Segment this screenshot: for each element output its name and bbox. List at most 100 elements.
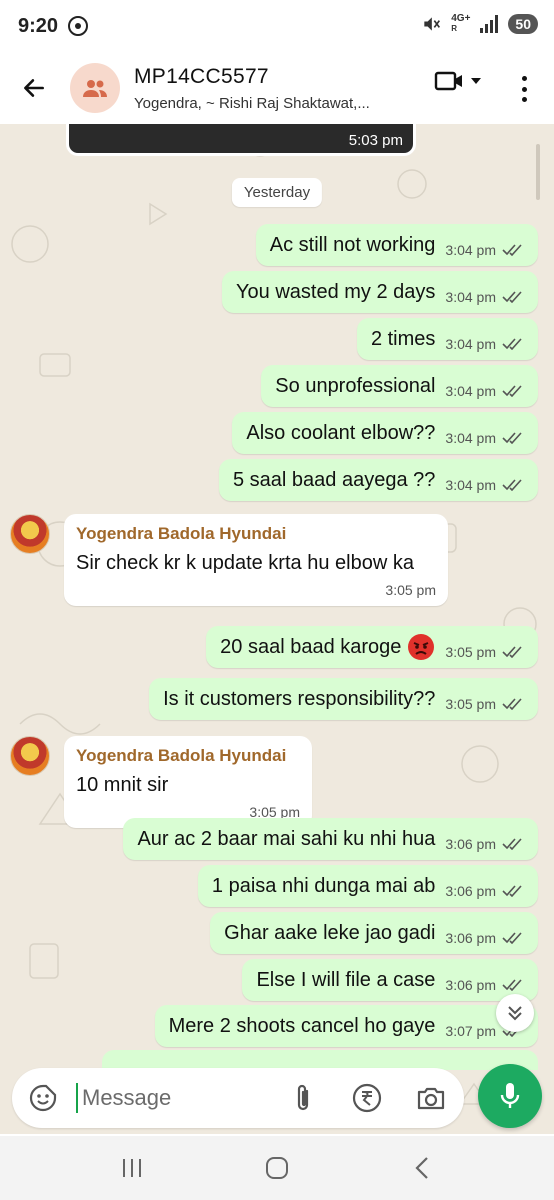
message-time: 3:04 pm bbox=[445, 383, 496, 399]
message-time: 5:03 pm bbox=[348, 132, 403, 149]
outgoing-message[interactable]: Aur ac 2 baar mai sahi ku nhi hua 3:06 p… bbox=[123, 818, 538, 860]
chat-header: MP14CC5577 Yogendra, ~ Rishi Raj Shaktaw… bbox=[0, 52, 554, 124]
back-icon bbox=[415, 1157, 428, 1179]
message-text: Is it customers responsibility?? bbox=[163, 687, 436, 710]
outgoing-message[interactable]: Is it customers responsibility?? 3:05 pm bbox=[149, 678, 538, 720]
back-button[interactable] bbox=[4, 58, 64, 118]
network-label: 4G+ bbox=[451, 13, 471, 24]
outgoing-message[interactable]: 1 paisa nhi dunga mai ab 3:06 pm bbox=[197, 865, 538, 907]
message-time: 3:04 pm bbox=[445, 289, 496, 305]
attach-icon bbox=[297, 1084, 309, 1111]
sender-avatar[interactable] bbox=[10, 514, 50, 554]
outgoing-message[interactable]: 2 times 3:04 pm bbox=[356, 318, 538, 360]
message-meta: 3:05 pm bbox=[445, 634, 524, 660]
message-text: Mere 2 shoots cancel ho gaye bbox=[168, 1014, 436, 1037]
message-text: You wasted my 2 days bbox=[236, 280, 436, 303]
recents-button[interactable] bbox=[102, 1144, 162, 1192]
outgoing-message[interactable]: 5 saal baad aayega ?? 3:04 pm bbox=[219, 459, 538, 501]
message-time: 3:06 pm bbox=[445, 883, 496, 899]
camera-button[interactable] bbox=[414, 1081, 448, 1115]
scrollbar[interactable] bbox=[536, 144, 540, 200]
message-input[interactable] bbox=[82, 1085, 282, 1111]
composer bbox=[0, 1060, 554, 1136]
message-meta: 3:04 pm bbox=[445, 373, 524, 399]
angry-face-icon bbox=[408, 634, 435, 660]
message-text: 5 saal baad aayega ?? bbox=[233, 468, 436, 491]
incoming-message[interactable]: Yogendra Badola Hyundai Sir check kr k u… bbox=[64, 514, 448, 606]
double-check-icon bbox=[502, 698, 522, 710]
scroll-down-icon bbox=[508, 1006, 522, 1021]
recents-icon bbox=[123, 1159, 142, 1177]
message-time: 3:04 pm bbox=[445, 336, 496, 352]
outgoing-message[interactable]: Ac still not working 3:04 pm bbox=[255, 224, 538, 266]
message-time: 3:07 pm bbox=[445, 1023, 496, 1039]
double-check-icon bbox=[502, 432, 522, 444]
emoji-sticker-button[interactable] bbox=[26, 1081, 60, 1115]
group-avatar[interactable] bbox=[70, 63, 120, 113]
message-text: Sir check kr k update krta hu elbow ka bbox=[76, 552, 414, 574]
double-check-icon bbox=[502, 979, 522, 991]
sender-name: Yogendra Badola Hyundai bbox=[76, 746, 287, 765]
double-check-icon bbox=[502, 932, 522, 944]
outgoing-message[interactable]: Mere 2 shoots cancel ho gaye 3:07 pm bbox=[154, 1005, 538, 1047]
home-button[interactable] bbox=[247, 1144, 307, 1192]
chat-area[interactable]: 5:03 pm Yesterday Ac still not working 3… bbox=[0, 124, 554, 1134]
date-chip: Yesterday bbox=[231, 178, 323, 207]
system-back-button[interactable] bbox=[392, 1144, 452, 1192]
message-text: 2 times bbox=[370, 327, 436, 350]
message-meta: 3:06 pm bbox=[445, 826, 524, 852]
more-vert-icon[interactable] bbox=[512, 74, 536, 104]
message-meta: 3:04 pm bbox=[445, 467, 524, 493]
home-icon bbox=[265, 1157, 288, 1179]
scroll-down-button[interactable] bbox=[496, 994, 534, 1032]
outgoing-message[interactable]: 20 saal baad karoge 3:05 pm bbox=[206, 626, 538, 668]
mic-icon bbox=[500, 1083, 520, 1108]
sender-avatar[interactable] bbox=[10, 736, 50, 776]
double-check-icon bbox=[502, 885, 522, 897]
message-time: 3:06 pm bbox=[445, 977, 496, 993]
double-check-icon bbox=[502, 646, 522, 658]
message-text: Else I will file a case bbox=[256, 968, 436, 991]
message-text: 10 mnit sir bbox=[76, 774, 169, 796]
battery-badge: 50 bbox=[508, 14, 538, 34]
message-text: So unprofessional bbox=[275, 374, 436, 397]
video-call-icon bbox=[434, 71, 462, 91]
status-time: 9:20 bbox=[18, 14, 59, 37]
message-box[interactable] bbox=[12, 1068, 464, 1128]
media-message[interactable]: 5:03 pm bbox=[66, 124, 416, 156]
double-check-icon bbox=[502, 244, 522, 256]
outgoing-message[interactable]: Ghar aake leke jao gadi 3:06 pm bbox=[210, 912, 538, 954]
camera-icon bbox=[417, 1087, 445, 1110]
sender-name: Yogendra Badola Hyundai bbox=[76, 524, 287, 543]
outgoing-message[interactable]: You wasted my 2 days 3:04 pm bbox=[222, 271, 538, 313]
chat-info[interactable]: MP14CC5577 Yogendra, ~ Rishi Raj Shaktaw… bbox=[134, 65, 404, 112]
network-sub-label: R bbox=[451, 24, 458, 33]
message-meta: 3:04 pm bbox=[445, 232, 524, 258]
attach-button[interactable] bbox=[286, 1081, 320, 1115]
system-nav-bar bbox=[0, 1136, 554, 1200]
outgoing-message[interactable]: Else I will file a case 3:06 pm bbox=[242, 959, 538, 1001]
message-time: 3:06 pm bbox=[445, 836, 496, 852]
outgoing-message[interactable]: So unprofessional 3:04 pm bbox=[261, 365, 538, 407]
video-call-button[interactable] bbox=[434, 70, 482, 92]
message-meta: 3:06 pm bbox=[445, 920, 524, 946]
double-check-icon bbox=[502, 338, 522, 350]
message-time: 3:04 pm bbox=[445, 242, 496, 258]
message-time: 3:04 pm bbox=[445, 430, 496, 446]
payment-button[interactable] bbox=[350, 1081, 384, 1115]
double-check-icon bbox=[502, 479, 522, 491]
emoji-sticker-icon bbox=[29, 1084, 57, 1112]
message-meta: 3:05 pm bbox=[445, 686, 524, 712]
text-caret bbox=[76, 1083, 78, 1113]
signal-icon bbox=[480, 15, 499, 33]
outgoing-message[interactable]: Also coolant elbow?? 3:04 pm bbox=[232, 412, 538, 454]
double-check-icon bbox=[502, 291, 522, 303]
double-check-icon bbox=[502, 838, 522, 850]
message-meta: 3:04 pm bbox=[445, 279, 524, 305]
message-time: 3:04 pm bbox=[445, 477, 496, 493]
incoming-message[interactable]: Yogendra Badola Hyundai 10 mnit sir 3:05… bbox=[64, 736, 312, 828]
message-text: Ghar aake leke jao gadi bbox=[224, 921, 436, 944]
chevron-down-icon bbox=[471, 78, 481, 84]
message-meta: 3:06 pm bbox=[445, 967, 524, 993]
voice-message-button[interactable] bbox=[478, 1064, 542, 1128]
